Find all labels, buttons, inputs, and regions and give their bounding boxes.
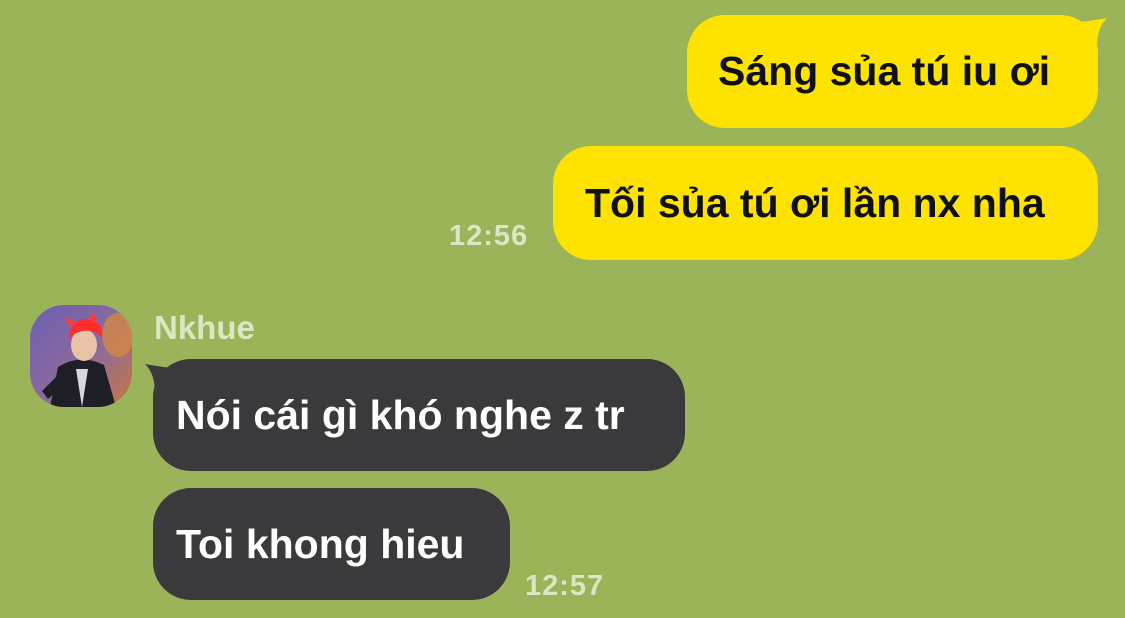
message-text: Toi khong hieu: [176, 520, 465, 567]
outgoing-message[interactable]: Tối sủa tú ơi lần nx nha: [553, 146, 1098, 260]
message-timestamp: 12:57: [525, 570, 605, 602]
incoming-message[interactable]: Nói cái gì khó nghe z tr: [153, 359, 685, 471]
bubble-tail-icon: [1075, 18, 1107, 50]
message-text: Sáng sủa tú iu ơi: [718, 48, 1051, 94]
outgoing-message[interactable]: Sáng sủa tú iu ơi: [687, 15, 1098, 128]
message-timestamp: 12:56: [449, 220, 529, 252]
incoming-message[interactable]: Toi khong hieu: [153, 488, 510, 600]
message-text: Tối sủa tú ơi lần nx nha: [585, 179, 1045, 226]
sender-name: Nkhue: [154, 309, 255, 346]
profile-photo-icon: [30, 305, 132, 407]
sender-avatar[interactable]: [30, 305, 132, 407]
message-text: Nói cái gì khó nghe z tr: [176, 391, 625, 438]
